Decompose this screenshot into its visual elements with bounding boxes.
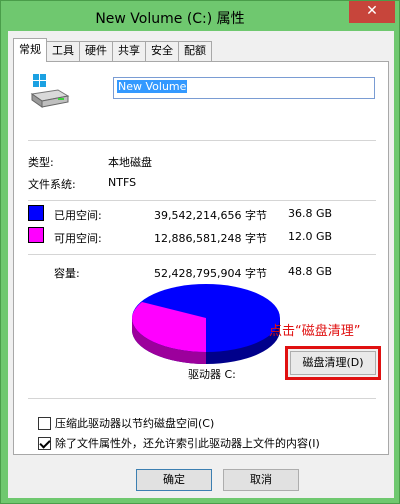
used-space-size: 36.8 GB	[288, 207, 333, 220]
free-space-swatch	[28, 227, 44, 243]
tab-general[interactable]: 常规	[13, 38, 47, 62]
free-space-label: 可用空间:	[54, 232, 102, 245]
index-checkbox[interactable]	[38, 436, 51, 450]
volume-name-input[interactable]: New Volume	[113, 77, 375, 99]
drive-label: 驱动器 C:	[188, 368, 236, 381]
capacity-label: 容量:	[54, 267, 80, 280]
title-bar[interactable]: New Volume (C:) 属性 ✕	[1, 1, 399, 31]
tab-tools[interactable]: 工具	[46, 41, 80, 61]
divider	[28, 200, 376, 201]
ok-button[interactable]: 确定	[136, 469, 212, 491]
close-icon: ✕	[366, 3, 378, 19]
compress-checkbox[interactable]	[38, 416, 51, 430]
tab-hardware[interactable]: 硬件	[79, 41, 113, 61]
tab-sharing[interactable]: 共享	[112, 41, 146, 61]
disk-usage-pie	[132, 284, 280, 364]
dialog-client: 常规 工具 硬件 共享 安全 配额 New Volume 类型: 本地磁盘 文件…	[8, 31, 394, 498]
window-title: New Volume (C:) 属性	[95, 11, 245, 27]
properties-window: New Volume (C:) 属性 ✕ 常规 工具 硬件 共享 安全 配额 N…	[0, 0, 400, 504]
divider	[28, 398, 376, 399]
tab-strip: 常规 工具 硬件 共享 安全 配额	[13, 38, 212, 62]
filesystem-label: 文件系统:	[28, 178, 76, 191]
close-button[interactable]: ✕	[349, 1, 395, 23]
used-space-swatch	[28, 205, 44, 221]
hard-drive-icon	[30, 74, 70, 108]
annotation-text: 点击“磁盘清理”	[269, 324, 361, 339]
type-label: 类型:	[28, 156, 54, 169]
used-space-label: 已用空间:	[54, 209, 102, 222]
used-space-bytes: 39,542,214,656 字节	[154, 209, 267, 222]
type-value: 本地磁盘	[108, 156, 152, 169]
tab-security[interactable]: 安全	[145, 41, 179, 61]
general-panel: New Volume 类型: 本地磁盘 文件系统: NTFS 已用空间: 39,…	[13, 61, 389, 455]
filesystem-value: NTFS	[108, 176, 137, 189]
compress-label: 压缩此驱动器以节约磁盘空间(C)	[55, 417, 215, 430]
free-space-size: 12.0 GB	[288, 230, 333, 243]
cancel-button[interactable]: 取消	[223, 469, 299, 491]
divider	[28, 140, 376, 141]
capacity-bytes: 52,428,795,904 字节	[154, 267, 267, 280]
divider	[28, 254, 376, 255]
index-option[interactable]: 除了文件属性外，还允许索引此驱动器上文件的内容(I)	[38, 435, 320, 451]
free-space-bytes: 12,886,581,248 字节	[154, 232, 267, 245]
disk-cleanup-highlight: 磁盘清理(D)	[285, 346, 381, 380]
disk-cleanup-button[interactable]: 磁盘清理(D)	[290, 351, 376, 375]
volume-name-text: New Volume	[117, 80, 188, 93]
compress-option[interactable]: 压缩此驱动器以节约磁盘空间(C)	[38, 415, 214, 431]
capacity-size: 48.8 GB	[288, 265, 333, 278]
index-label: 除了文件属性外，还允许索引此驱动器上文件的内容(I)	[55, 437, 320, 450]
tab-quota[interactable]: 配额	[178, 41, 212, 61]
